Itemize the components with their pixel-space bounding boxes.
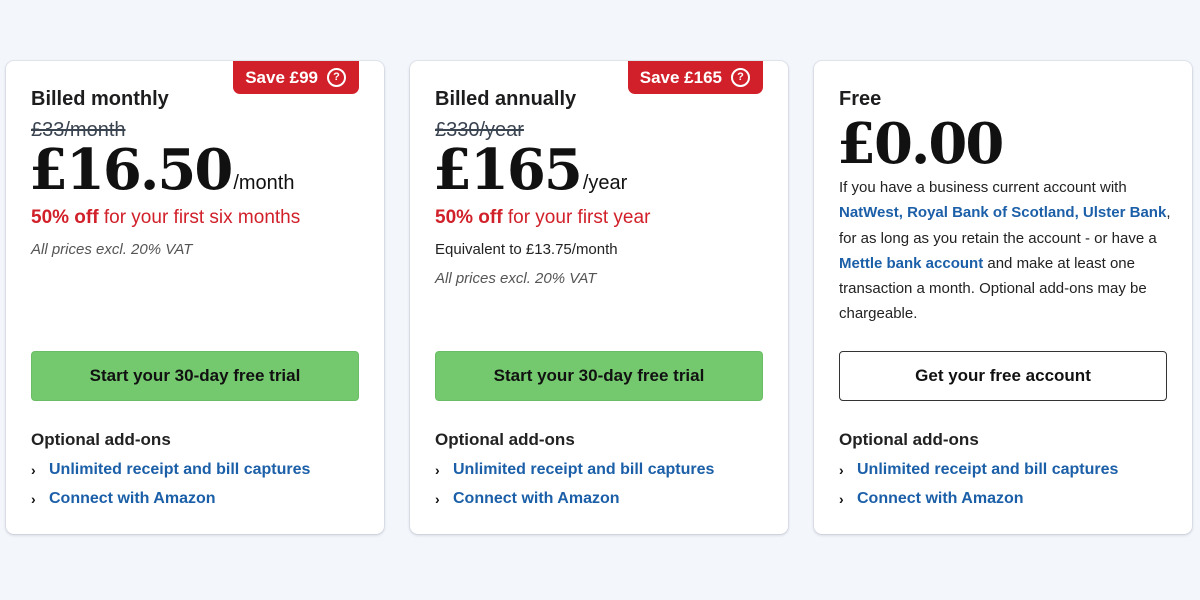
free-plan-description: If you have a business current account w… [839,175,1174,327]
discount-offer: 50% off for your first year [435,207,650,229]
help-circle-icon[interactable]: ? [327,68,346,87]
save-badge-label: Save £165 [639,67,722,87]
addon-link-receipts[interactable]: › Unlimited receipt and bill captures [839,461,1118,479]
mettle-bank-link[interactable]: Mettle bank account [839,255,983,272]
chevron-right-icon: › [839,462,844,478]
get-free-account-button[interactable]: Get your free account [839,351,1167,401]
chevron-right-icon: › [435,491,440,507]
price: £0.00 [837,111,1004,177]
pricing-card-annual: Save £165 ? Billed annually £330/year £1… [410,61,788,534]
addon-link-receipts[interactable]: › Unlimited receipt and bill captures [435,461,714,479]
start-trial-button[interactable]: Start your 30-day free trial [435,351,763,401]
start-trial-button[interactable]: Start your 30-day free trial [31,351,359,401]
discount-offer-bold: 50% off [31,207,99,228]
vat-note: All prices excl. 20% VAT [435,270,597,287]
addon-label: Connect with Amazon [453,490,620,507]
price-period: /year [582,172,628,194]
save-badge: Save £165 ? [627,61,763,94]
addons-title: Optional add-ons [839,430,979,449]
addon-link-amazon[interactable]: › Connect with Amazon [435,490,620,508]
addon-label: Unlimited receipt and bill captures [453,461,715,478]
save-badge-label: Save £99 [245,67,318,87]
plan-name: Billed annually [435,88,577,110]
chevron-right-icon: › [31,491,36,507]
partner-banks-link[interactable]: NatWest, Royal Bank of Scotland, Ulster … [839,204,1166,221]
discount-offer-text: for your first year [502,207,651,228]
addon-label: Connect with Amazon [49,490,216,507]
price: £165 [433,137,583,203]
pricing-card-monthly: Save £99 ? Billed monthly £33/month £16.… [6,61,384,534]
addon-label: Unlimited receipt and bill captures [857,461,1119,478]
save-badge: Save £99 ? [233,61,359,94]
discount-offer: 50% off for your first six months [31,207,300,229]
addon-link-amazon[interactable]: › Connect with Amazon [839,490,1024,508]
plan-name: Free [839,88,882,110]
addons-title: Optional add-ons [31,430,171,449]
pricing-card-free: Free £0.00 If you have a business curren… [814,61,1192,534]
vat-note: All prices excl. 20% VAT [31,241,193,258]
addon-link-receipts[interactable]: › Unlimited receipt and bill captures [31,461,310,479]
addons-title: Optional add-ons [435,430,575,449]
chevron-right-icon: › [839,491,844,507]
help-circle-icon[interactable]: ? [731,68,750,87]
price-period: /month [233,172,295,194]
addon-label: Unlimited receipt and bill captures [49,461,311,478]
chevron-right-icon: › [31,462,36,478]
discount-offer-text: for your first six months [98,207,301,228]
monthly-equivalent: Equivalent to £13.75/month [435,241,618,258]
discount-offer-bold: 50% off [435,207,503,228]
price-row: £165 /year [433,137,627,203]
price-row: £16.50 /month [29,137,294,203]
addon-link-amazon[interactable]: › Connect with Amazon [31,490,216,508]
chevron-right-icon: › [435,462,440,478]
price: £16.50 [29,137,233,203]
plan-name: Billed monthly [31,88,169,110]
addon-label: Connect with Amazon [857,490,1024,507]
description-text: If you have a business current account w… [839,179,1127,196]
